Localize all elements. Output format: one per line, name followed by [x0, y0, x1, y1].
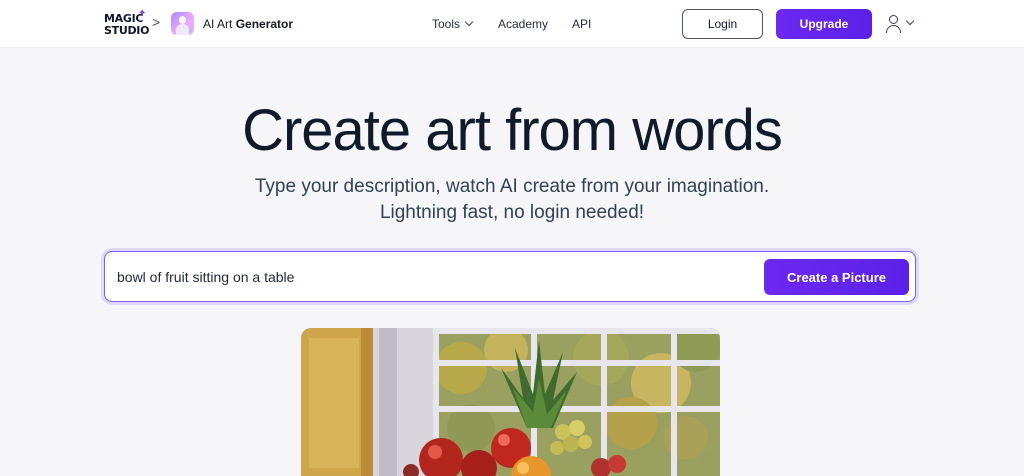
magic-studio-logo[interactable]: MAGIC ✦ STUDIO — [104, 8, 150, 38]
user-menu-button[interactable] — [885, 13, 917, 35]
top-nav-bar: MAGIC ✦ STUDIO > AI Art Generator Tools … — [0, 0, 1024, 48]
nav-api-link[interactable]: API — [572, 17, 591, 31]
create-picture-button[interactable]: Create a Picture — [764, 259, 909, 295]
nav-academy-link[interactable]: Academy — [498, 17, 548, 31]
login-button[interactable]: Login — [682, 9, 763, 39]
app-avatar-icon[interactable] — [171, 12, 194, 35]
hero-subtitle-line2: Lightning fast, no login needed! — [379, 202, 645, 223]
app-title-prefix: AI Art — [203, 17, 233, 31]
logo-text-line2: STUDIO — [104, 24, 150, 37]
nav-tools-menu[interactable]: Tools — [432, 17, 474, 31]
app-title-bold: Generator — [235, 17, 294, 31]
hero-subtitle-line1: Type your description, watch AI create f… — [254, 176, 770, 197]
upgrade-button[interactable]: Upgrade — [776, 9, 872, 39]
user-icon — [889, 15, 898, 24]
hero-title: Create art from words — [242, 98, 783, 163]
prompt-box: Create a Picture — [104, 251, 916, 302]
chevron-down-icon — [464, 17, 474, 27]
sparkle-icon: ✦ — [138, 8, 147, 19]
chevron-right-icon: > — [152, 14, 161, 30]
prompt-input[interactable] — [117, 264, 737, 290]
generated-artwork[interactable] — [301, 328, 720, 476]
chevron-down-icon — [905, 16, 915, 26]
app-title[interactable]: AI Art Generator — [203, 17, 293, 31]
nav-tools-label: Tools — [432, 17, 461, 31]
